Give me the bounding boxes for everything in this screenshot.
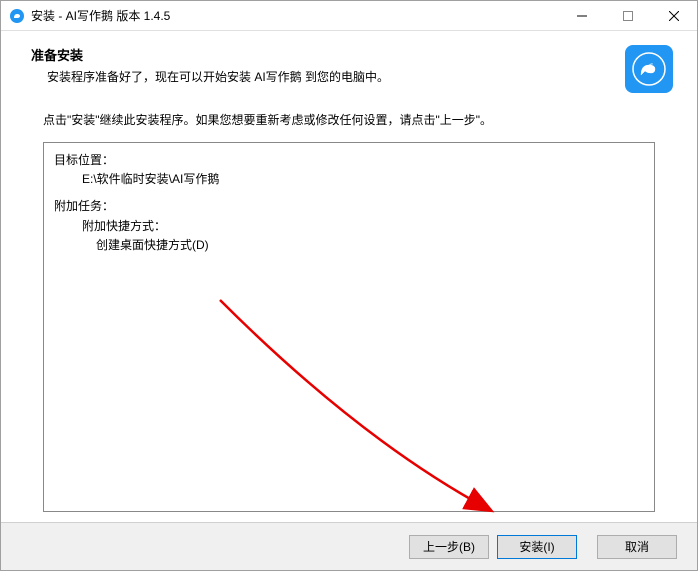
desktop-shortcut-line: 创建桌面快捷方式(D) [54,236,644,255]
body-area: 点击"安装"继续此安装程序。如果您想要重新考虑或修改任何设置，请点击"上一步"。… [1,103,697,522]
window-title: 安装 - AI写作鹅 版本 1.4.5 [31,7,559,24]
dest-label: 目标位置： [54,151,644,170]
back-button[interactable]: 上一步(B) [409,535,489,559]
summary-textarea[interactable]: 目标位置： E:\软件临时安装\AI写作鹅 附加任务： 附加快捷方式： 创建桌面… [43,142,655,512]
app-icon-small [9,8,25,24]
minimize-button[interactable] [559,1,605,30]
install-button[interactable]: 安装(I) [497,535,577,559]
header-area: 准备安装 安装程序准备好了，现在可以开始安装 AI写作鹅 到您的电脑中。 [1,31,697,103]
shortcuts-label: 附加快捷方式： [54,217,644,236]
tasks-label: 附加任务： [54,197,644,216]
maximize-button[interactable] [605,1,651,30]
footer: 上一步(B) 安装(I) 取消 [1,522,697,570]
titlebar: 安装 - AI写作鹅 版本 1.4.5 [1,1,697,31]
page-title: 准备安装 [31,45,615,64]
dest-path: E:\软件临时安装\AI写作鹅 [54,170,644,189]
window-controls [559,1,697,30]
installer-window: 安装 - AI写作鹅 版本 1.4.5 准备安装 安装程序准备好了，现在可以开始… [0,0,698,571]
cancel-button[interactable]: 取消 [597,535,677,559]
instruction-text: 点击"安装"继续此安装程序。如果您想要重新考虑或修改任何设置，请点击"上一步"。 [43,111,655,128]
page-subtitle: 安装程序准备好了，现在可以开始安装 AI写作鹅 到您的电脑中。 [47,68,615,85]
app-logo-icon [625,45,673,93]
close-button[interactable] [651,1,697,30]
